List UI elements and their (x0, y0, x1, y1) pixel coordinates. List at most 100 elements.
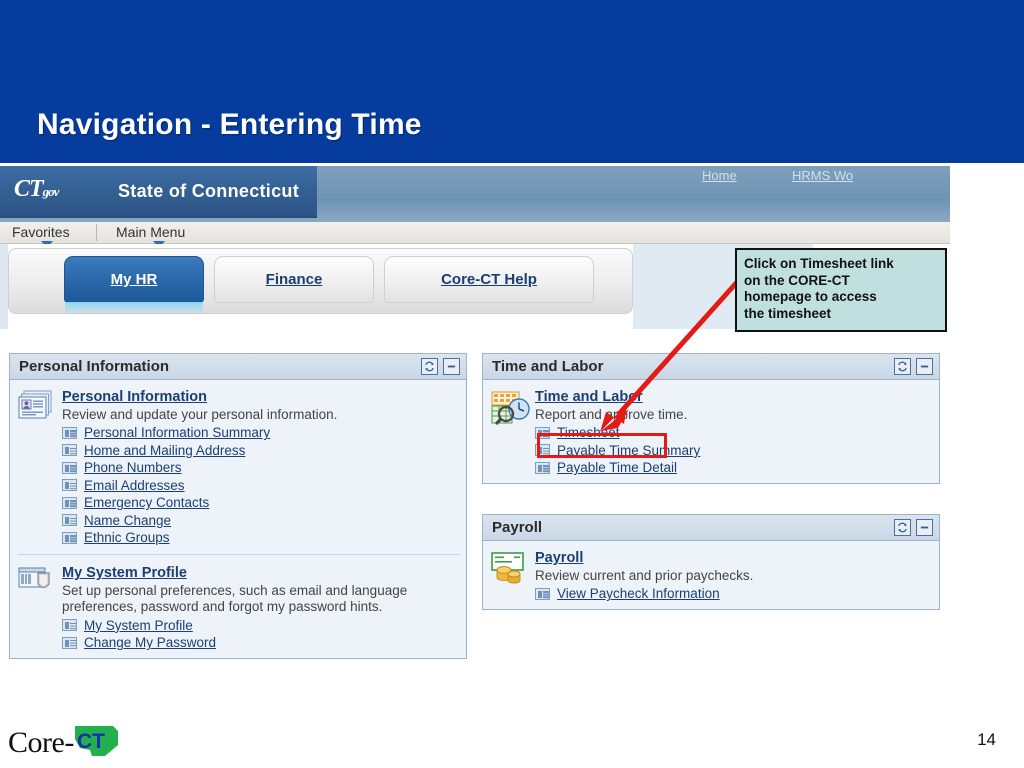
pagelet-body: Personal Information Review and update y… (10, 380, 466, 659)
page-icon (62, 461, 77, 474)
list-item[interactable]: Payable Time Detail (535, 460, 933, 475)
list-item[interactable]: Home and Mailing Address (62, 443, 460, 458)
pagelet-header: Personal Information (10, 354, 466, 380)
ctgov-logo-ct: CT (14, 176, 44, 202)
list-item-label: Emergency Contacts (84, 495, 210, 511)
paycheck-coins-icon (491, 549, 531, 592)
ctgov-logo-icon: CTgov (14, 176, 60, 203)
list-item-label: Payable Time Detail (557, 460, 678, 476)
entry-my-system-profile: My System Profile Set up personal prefer… (18, 554, 460, 650)
list-item[interactable]: View Paycheck Information (535, 586, 933, 601)
list-item-label: View Paycheck Information (557, 586, 720, 602)
core-ct-logo: Core- CT (8, 725, 122, 760)
list-item-label: Email Addresses (84, 477, 185, 493)
minimize-icon[interactable] (443, 358, 460, 375)
list-item-label: Ethnic Groups (84, 530, 170, 546)
menu-item-main-menu[interactable]: Main Menu (110, 224, 191, 240)
entry-content: Time and Labor Report and approve time. … (531, 388, 933, 475)
id-cards-icon (18, 388, 58, 431)
entry-time-and-labor: Time and Labor Report and approve time. … (491, 388, 933, 475)
slide: Navigation - Entering Time CTgov State o… (0, 0, 1024, 768)
pagelet-title: Time and Labor (492, 358, 604, 375)
page-icon (62, 479, 77, 492)
list-item-label: Change My Password (84, 635, 217, 651)
top-link-hrms[interactable]: HRMS Wo (792, 168, 853, 183)
callout-line-1: Click on Timesheet link (744, 256, 894, 271)
entry-title-link[interactable]: Time and Labor (535, 389, 643, 405)
portal-menu-bar: Favorites Main Menu (0, 222, 950, 248)
entry-link-list: View Paycheck Information (535, 586, 933, 601)
list-item-label: Personal Information Summary (84, 425, 271, 441)
callout-line-2: on the CORE-CT (744, 272, 850, 288)
menu-divider (96, 224, 97, 241)
entry-description: Report and approve time. (535, 407, 688, 422)
entry-link-list: Personal Information Summary Home and Ma… (62, 425, 460, 545)
core-ct-logo-word: Core- (8, 726, 74, 759)
minimize-icon[interactable] (916, 519, 933, 536)
pagelet-body: Time and Labor Report and approve time. … (483, 380, 939, 484)
top-link-home[interactable]: Home (702, 168, 737, 183)
list-item[interactable]: Phone Numbers (62, 460, 460, 475)
tab-shell: My HR Finance Core-CT Help (8, 248, 633, 315)
pagelet-payroll: Payroll Payroll Review current and prior… (482, 514, 940, 611)
list-item[interactable]: My System Profile (62, 618, 460, 633)
tab-finance-label: Finance (265, 271, 323, 288)
pagelet-header: Time and Labor (483, 354, 939, 380)
page-number: 14 (977, 730, 996, 749)
tab-finance[interactable]: Finance (214, 256, 374, 303)
page-icon (62, 426, 77, 439)
shield-icon (18, 564, 58, 607)
minimize-icon[interactable] (916, 358, 933, 375)
entry-content: Payroll Review current and prior paychec… (531, 549, 933, 601)
page-icon (62, 514, 77, 527)
page-icon (62, 619, 77, 632)
timesheet-highlight-box (537, 433, 667, 458)
pagelet-body: Payroll Review current and prior paychec… (483, 541, 939, 610)
pagelet-time-and-labor: Time and Labor Time and Labor Report and… (482, 353, 940, 485)
entry-description: Review and update your personal informat… (62, 407, 338, 422)
list-item[interactable]: Change My Password (62, 635, 460, 650)
list-item[interactable]: Email Addresses (62, 478, 460, 493)
page-icon (535, 461, 550, 474)
entry-description: Set up personal preferences, such as ema… (62, 583, 408, 615)
list-item-label: Home and Mailing Address (84, 442, 246, 458)
refresh-icon[interactable] (421, 358, 438, 375)
ctgov-brand-block: CTgov State of Connecticut (0, 166, 317, 218)
list-item[interactable]: Name Change (62, 513, 460, 528)
title-banner: Navigation - Entering Time (0, 0, 1024, 163)
pagelet-title: Payroll (492, 519, 543, 536)
instruction-callout: Click on Timesheet link on the CORE-CT h… (735, 248, 947, 332)
entry-description: Review current and prior paychecks. (535, 568, 754, 583)
page-icon (62, 496, 77, 509)
entry-title-link[interactable]: My System Profile (62, 565, 187, 581)
core-ct-logo-mark: CT (74, 726, 118, 756)
tab-core-ct-help[interactable]: Core-CT Help (384, 256, 594, 303)
refresh-icon[interactable] (894, 519, 911, 536)
pagelet-title: Personal Information (19, 358, 170, 375)
list-item[interactable]: Emergency Contacts (62, 495, 460, 510)
callout-line-3: homepage to access (744, 289, 877, 305)
entry-personal-information: Personal Information Review and update y… (18, 388, 460, 545)
menu-item-favorites[interactable]: Favorites (6, 224, 76, 240)
list-item-label: Phone Numbers (84, 460, 182, 476)
entry-link-list: My System Profile Change My Password (62, 618, 460, 650)
list-item[interactable]: Ethnic Groups (62, 530, 460, 545)
entry-content: Personal Information Review and update y… (58, 388, 460, 545)
list-item-label: Name Change (84, 512, 172, 528)
list-item[interactable]: Personal Information Summary (62, 425, 460, 440)
portal-top-links: Home HRMS Wo (670, 168, 950, 190)
refresh-icon[interactable] (894, 358, 911, 375)
entry-title-link[interactable]: Personal Information (62, 389, 207, 405)
ctgov-banner: CTgov State of Connecticut Home HRMS Wo (0, 166, 950, 222)
callout-line-4: the timesheet (744, 305, 832, 321)
page-icon (62, 444, 77, 457)
pagelet-personal-information: Personal Information Personal Informatio… (9, 353, 467, 660)
entry-title-link[interactable]: Payroll (535, 550, 583, 566)
tab-my-hr[interactable]: My HR (64, 256, 204, 315)
ctgov-logo-gov: gov (42, 184, 60, 199)
pagelet-controls (894, 358, 933, 375)
tab-my-hr-label: My HR (110, 271, 158, 288)
pagelet-controls (421, 358, 460, 375)
pagelet-header: Payroll (483, 515, 939, 541)
page-icon (62, 636, 77, 649)
